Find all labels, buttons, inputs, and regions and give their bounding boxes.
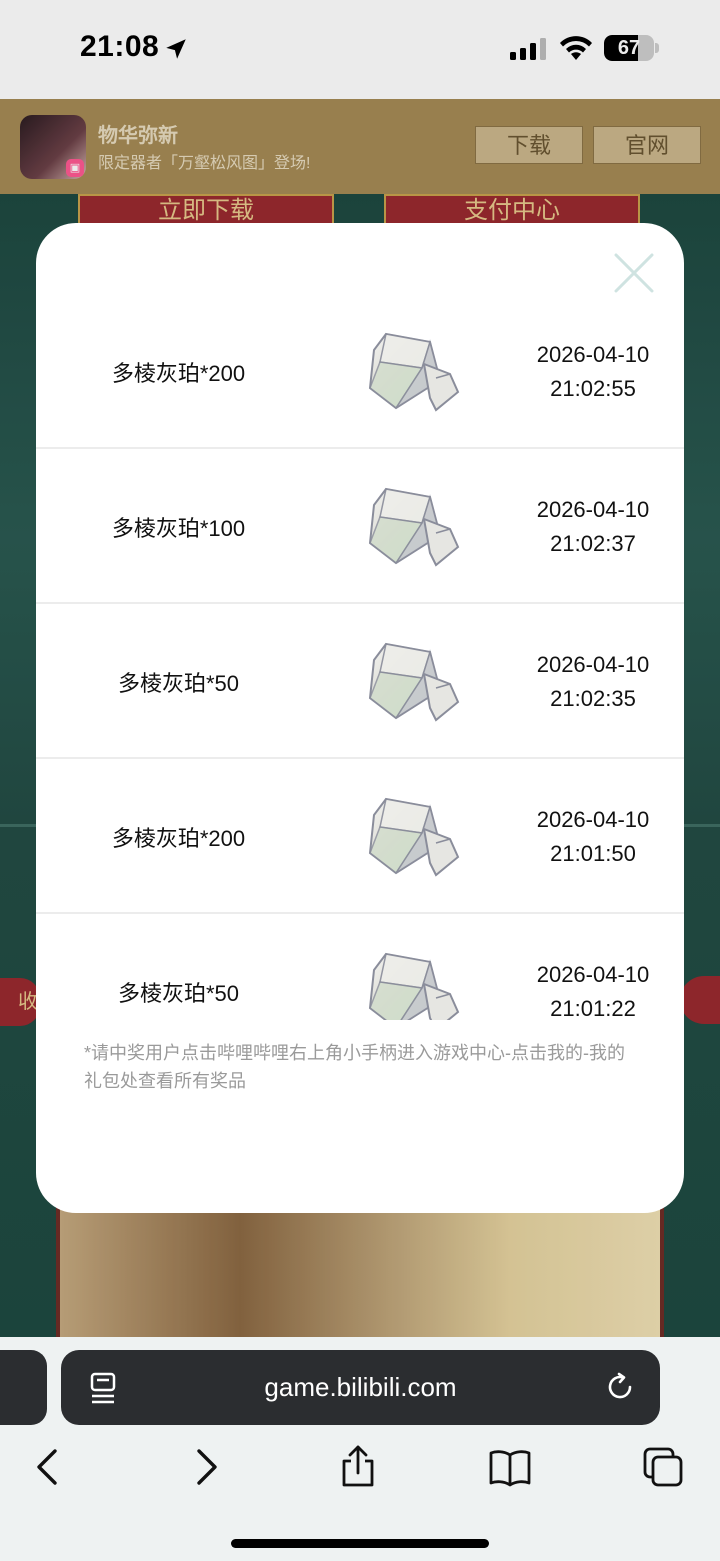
prize-record-list[interactable]: 多棱灰珀*200 2026-04-10 21:02:55 多棱灰珀*100 20… [36, 294, 684, 1020]
browser-toolbar: game.bilibili.com [0, 1337, 720, 1561]
prize-name: 多棱灰珀*200 [111, 360, 246, 386]
record-time: 21:01:50 [550, 840, 636, 866]
record-timestamp: 2026-04-10 21:02:35 [506, 604, 680, 759]
bookmarks-icon[interactable] [488, 1445, 532, 1489]
prize-record-modal: 多棱灰珀*200 2026-04-10 21:02:55 多棱灰珀*100 20… [36, 223, 684, 1213]
prize-name: 多棱灰珀*100 [111, 515, 246, 541]
record-date: 2026-04-10 [536, 496, 650, 522]
tabs-icon[interactable] [641, 1445, 685, 1489]
home-indicator[interactable] [231, 1539, 489, 1548]
forward-icon[interactable] [183, 1445, 227, 1489]
list-item: 多棱灰珀*50 2026-04-10 21:02:35 [36, 604, 684, 759]
crystal-cube-icon [369, 333, 459, 411]
record-date: 2026-04-10 [536, 961, 650, 987]
record-date: 2026-04-10 [536, 651, 650, 677]
prize-name: 多棱灰珀*50 [117, 670, 240, 696]
record-date: 2026-04-10 [536, 806, 650, 832]
crystal-cube-icon [369, 488, 459, 566]
prize-claim-note: *请中奖用户点击哔哩哔哩右上角小手柄进入游戏中心-点击我的-我的礼包处查看所有奖… [84, 1043, 625, 1091]
list-item: 多棱灰珀*200 2026-04-10 21:02:55 [36, 294, 684, 449]
previous-tab-stub[interactable] [0, 1350, 47, 1425]
list-item: 多棱灰珀*200 2026-04-10 21:01:50 [36, 759, 684, 914]
close-icon[interactable] [612, 251, 656, 295]
record-timestamp: 2026-04-10 21:02:55 [506, 294, 680, 449]
back-icon[interactable] [27, 1445, 71, 1489]
record-timestamp: 2026-04-10 21:02:37 [506, 449, 680, 604]
url-text[interactable]: game.bilibili.com [61, 1350, 660, 1425]
crystal-cube-icon [369, 798, 459, 876]
record-time: 21:02:35 [550, 685, 636, 711]
record-time: 21:01:22 [550, 995, 636, 1021]
record-timestamp: 2026-04-10 21:01:50 [506, 759, 680, 914]
record-time: 21:02:55 [550, 375, 636, 401]
list-item: 多棱灰珀*100 2026-04-10 21:02:37 [36, 449, 684, 604]
reload-icon[interactable] [606, 1372, 636, 1402]
address-bar[interactable]: game.bilibili.com [61, 1350, 660, 1425]
record-time: 21:02:37 [550, 530, 636, 556]
record-date: 2026-04-10 [536, 341, 650, 367]
list-item: 多棱灰珀*50 2026-04-10 21:01:22 [36, 914, 684, 1020]
prize-name: 多棱灰珀*200 [111, 825, 246, 851]
crystal-cube-icon [369, 953, 459, 1020]
crystal-cube-icon [369, 643, 459, 721]
share-icon[interactable] [336, 1445, 380, 1489]
record-timestamp: 2026-04-10 21:01:22 [506, 914, 680, 1021]
prize-name: 多棱灰珀*50 [117, 980, 240, 1006]
